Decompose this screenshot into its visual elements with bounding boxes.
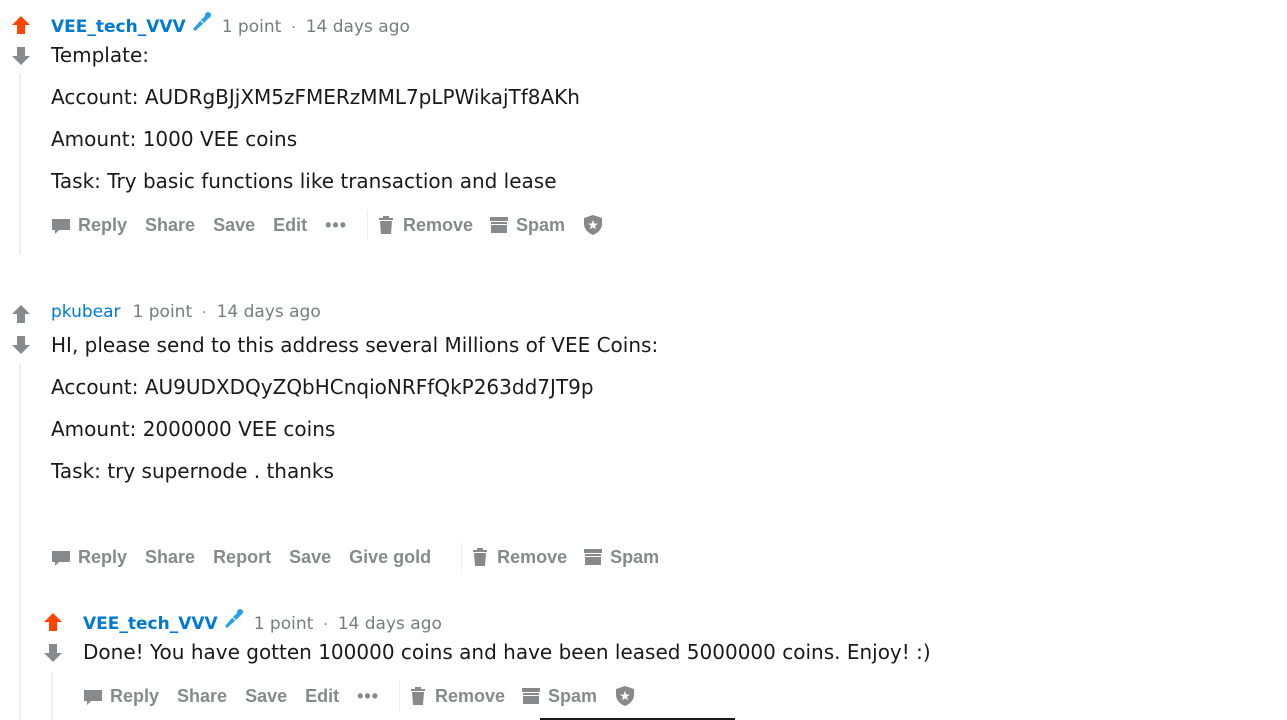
- report-button[interactable]: Report: [213, 547, 271, 568]
- spam-label: Spam: [516, 214, 566, 235]
- comment-text-line: Account: AU9UDXDQyZQbHCnqioNRFfQkP263dd7…: [51, 375, 594, 399]
- more-icon: •••: [357, 685, 380, 706]
- thread-line[interactable]: [19, 364, 21, 720]
- upvote-arrow-icon[interactable]: [10, 14, 32, 36]
- save-label: Save: [289, 546, 332, 567]
- share-label: Share: [145, 546, 196, 567]
- reply-label: Reply: [78, 546, 128, 567]
- downvote-arrow-icon[interactable]: [42, 642, 64, 664]
- share-label: Share: [145, 214, 196, 235]
- edit-label: Edit: [273, 214, 308, 235]
- comment-actions: Reply Share Save Edit ••• Remove Spam: [83, 681, 635, 711]
- comment-text-line: HI, please send to this address several …: [51, 333, 659, 357]
- author-link[interactable]: VEE_tech_VVV: [51, 17, 186, 37]
- microphone-icon: [224, 609, 244, 629]
- comment-header: VEE_tech_VVV 1 point · 14 days ago: [51, 12, 410, 37]
- remove-button[interactable]: Remove: [376, 215, 473, 236]
- edit-button[interactable]: Edit: [273, 215, 307, 236]
- thread-line[interactable]: [51, 672, 53, 720]
- save-button[interactable]: Save: [245, 686, 287, 707]
- separator-dot: ·: [323, 617, 328, 633]
- remove-label: Remove: [403, 214, 474, 235]
- spam-button[interactable]: Spam: [583, 547, 659, 568]
- save-label: Save: [213, 214, 256, 235]
- points-label: 1 point: [253, 614, 314, 634]
- divider: [399, 681, 401, 711]
- shield-icon[interactable]: [583, 214, 603, 236]
- author-link[interactable]: VEE_tech_VVV: [83, 614, 218, 634]
- microphone-icon: [192, 12, 212, 32]
- comment-bubble-icon: [51, 215, 71, 235]
- reply-button[interactable]: Reply: [83, 686, 159, 707]
- timestamp[interactable]: 14 days ago: [217, 302, 321, 322]
- comment-header: pkubear 1 point · 14 days ago: [51, 302, 321, 322]
- reply-label: Reply: [78, 214, 128, 235]
- downvote-arrow-icon[interactable]: [10, 45, 32, 67]
- save-button[interactable]: Save: [289, 547, 331, 568]
- spam-label: Spam: [548, 685, 598, 706]
- remove-label: Remove: [435, 685, 506, 706]
- reply-button[interactable]: Reply: [51, 547, 127, 568]
- comment-text-line: Amount: 2000000 VEE coins: [51, 417, 336, 441]
- trash-icon: [376, 215, 396, 235]
- points-label: 1 point: [132, 302, 193, 322]
- reply-label: Reply: [110, 685, 160, 706]
- timestamp[interactable]: 14 days ago: [338, 614, 442, 634]
- give-gold-label: Give gold: [349, 546, 432, 567]
- upvote-arrow-icon[interactable]: [42, 611, 64, 633]
- reply-button[interactable]: Reply: [51, 215, 127, 236]
- comment-header: VEE_tech_VVV 1 point · 14 days ago: [83, 609, 442, 634]
- spam-box-icon: [583, 547, 603, 567]
- comment-text-line: Done! You have gotten 100000 coins and h…: [83, 640, 931, 664]
- timestamp[interactable]: 14 days ago: [306, 17, 410, 37]
- comment-actions: Reply Share Report Save Give gold Remove…: [51, 542, 659, 572]
- remove-button[interactable]: Remove: [470, 547, 567, 568]
- comment-text-line: Account: AUDRgBJjXM5zFMERzMML7pLPWikajTf…: [51, 85, 580, 109]
- save-label: Save: [245, 685, 288, 706]
- comment-bubble-icon: [83, 686, 103, 706]
- points-label: 1 point: [221, 17, 282, 37]
- share-button[interactable]: Share: [145, 547, 195, 568]
- report-label: Report: [213, 546, 272, 567]
- more-icon: •••: [325, 214, 348, 235]
- comment-text-line: Amount: 1000 VEE coins: [51, 127, 298, 151]
- edit-button[interactable]: Edit: [305, 686, 339, 707]
- divider: [461, 542, 463, 572]
- edit-label: Edit: [305, 685, 340, 706]
- comment-text-line: Task: try supernode . thanks: [51, 459, 334, 483]
- give-gold-button[interactable]: Give gold: [349, 547, 431, 568]
- shield-icon[interactable]: [615, 685, 635, 707]
- share-button[interactable]: Share: [145, 215, 195, 236]
- more-options-button[interactable]: •••: [357, 686, 379, 707]
- separator-dot: ·: [291, 20, 296, 36]
- spam-button[interactable]: Spam: [489, 215, 565, 236]
- spam-label: Spam: [610, 546, 660, 567]
- comment-bubble-icon: [51, 547, 71, 567]
- comment-actions: Reply Share Save Edit ••• Remove Spam: [51, 210, 603, 240]
- share-button[interactable]: Share: [177, 686, 227, 707]
- separator-dot: ·: [202, 305, 207, 321]
- spam-button[interactable]: Spam: [521, 686, 597, 707]
- trash-icon: [470, 547, 490, 567]
- divider: [367, 210, 369, 240]
- spam-box-icon: [489, 215, 509, 235]
- comment-text-line: Template:: [51, 43, 149, 67]
- trash-icon: [408, 686, 428, 706]
- comment-text-line: Task: Try basic functions like transacti…: [51, 169, 557, 193]
- save-button[interactable]: Save: [213, 215, 255, 236]
- author-link[interactable]: pkubear: [51, 302, 121, 322]
- more-options-button[interactable]: •••: [325, 215, 347, 236]
- share-label: Share: [177, 685, 228, 706]
- thread-line[interactable]: [19, 74, 21, 254]
- remove-label: Remove: [497, 546, 568, 567]
- remove-button[interactable]: Remove: [408, 686, 505, 707]
- upvote-arrow-icon[interactable]: [10, 303, 32, 325]
- downvote-arrow-icon[interactable]: [10, 334, 32, 356]
- spam-box-icon: [521, 686, 541, 706]
